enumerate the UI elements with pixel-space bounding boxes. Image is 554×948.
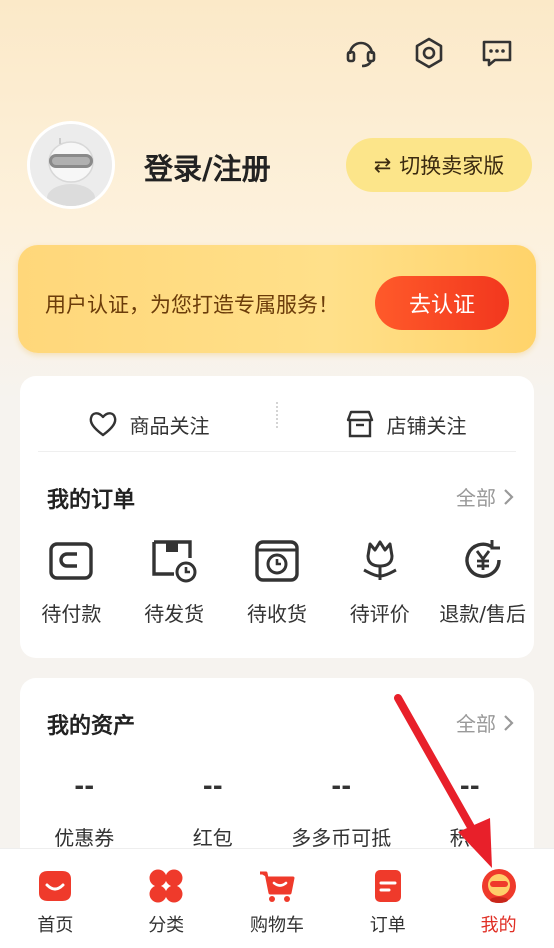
tab-category[interactable]: 分类 [111, 849, 222, 948]
orders-title: 我的订单 [47, 488, 136, 513]
order-pending-shipment[interactable]: 待发货 [123, 536, 226, 627]
tab-label: 我的 [480, 915, 517, 936]
asset-red-packet[interactable]: -- 红包 [149, 772, 278, 851]
verify-text: 用户认证，为您打造专属服务！ [45, 293, 339, 317]
asset-points[interactable]: -- 积分 [406, 772, 535, 851]
tab-label: 购物车 [249, 915, 304, 936]
asset-value: -- [202, 772, 223, 800]
tab-label: 首页 [37, 915, 74, 936]
profile-icon [481, 869, 516, 903]
asset-coins[interactable]: -- 多多币可抵 [277, 772, 406, 851]
shipping-box-icon [152, 540, 197, 583]
order-icon [374, 870, 401, 902]
headset-icon[interactable] [344, 36, 378, 70]
login-register-link[interactable]: 登录/注册 [144, 146, 271, 188]
cart-icon [259, 871, 295, 902]
assets-all-link[interactable]: 全部 [456, 708, 514, 737]
shop-follow-button[interactable]: 店铺关注 [277, 398, 534, 450]
order-pending-review[interactable]: 待评价 [328, 536, 431, 627]
asset-label: 积分 [449, 826, 490, 850]
tab-label: 分类 [148, 915, 185, 936]
follow-orders-card: 商品关注 店铺关注 我的订单 全部 待付款 待发货 待收货 待评价 退款/售后 [20, 376, 534, 658]
order-pending-payment[interactable]: 待付款 [20, 536, 123, 627]
settings-icon[interactable] [412, 36, 446, 70]
message-icon[interactable] [480, 36, 514, 70]
switch-seller-label: 切换卖家版 [399, 154, 505, 178]
asset-label: 优惠券 [54, 826, 115, 850]
orders-all-link[interactable]: 全部 [456, 482, 514, 511]
category-icon [149, 869, 183, 903]
heart-icon [89, 412, 116, 437]
chevron-right-icon [504, 714, 514, 731]
tab-home[interactable]: 首页 [0, 849, 111, 948]
order-pending-receipt[interactable]: 待收货 [226, 536, 329, 627]
shop-icon [346, 410, 373, 438]
asset-value: -- [459, 772, 480, 800]
order-label: 待收货 [246, 602, 307, 626]
goods-follow-button[interactable]: 商品关注 [20, 398, 277, 450]
assets-title: 我的资产 [47, 714, 136, 739]
verify-button[interactable]: 去认证 [375, 276, 509, 330]
order-label: 退款/售后 [439, 602, 526, 626]
goods-follow-label: 商品关注 [129, 413, 210, 438]
divider [38, 451, 516, 452]
shop-follow-label: 店铺关注 [386, 413, 467, 438]
order-refund[interactable]: 退款/售后 [431, 536, 534, 627]
verify-banner: 用户认证，为您打造专属服务！ 去认证 [18, 245, 536, 353]
bottom-tab-bar: 首页 分类 购物车 订单 我的 [0, 848, 554, 948]
flower-icon [363, 540, 397, 580]
asset-label: 多多币可抵 [291, 826, 392, 850]
tab-cart[interactable]: 购物车 [222, 849, 333, 948]
wallet-icon [49, 542, 94, 580]
order-label: 待付款 [41, 602, 102, 626]
order-label: 待发货 [144, 602, 205, 626]
delivery-box-icon [255, 540, 299, 582]
asset-label: 红包 [192, 826, 233, 850]
switch-icon: ⇄ [373, 153, 392, 177]
order-label: 待评价 [349, 602, 410, 626]
asset-value: -- [331, 772, 352, 800]
tab-profile[interactable]: 我的 [443, 849, 554, 948]
robot-avatar-icon [30, 124, 112, 206]
switch-seller-button[interactable]: ⇄ 切换卖家版 [346, 138, 532, 192]
tab-orders[interactable]: 订单 [332, 849, 443, 948]
avatar[interactable] [27, 121, 115, 209]
tab-label: 订单 [369, 915, 406, 936]
asset-value: -- [74, 772, 95, 800]
top-toolbar [344, 36, 514, 70]
orders-all-label: 全部 [456, 486, 496, 510]
divider [276, 402, 278, 428]
asset-coupon[interactable]: -- 优惠券 [20, 772, 149, 851]
chevron-right-icon [504, 488, 514, 505]
assets-all-label: 全部 [456, 712, 496, 736]
home-icon [39, 871, 72, 901]
refund-icon [464, 540, 501, 578]
